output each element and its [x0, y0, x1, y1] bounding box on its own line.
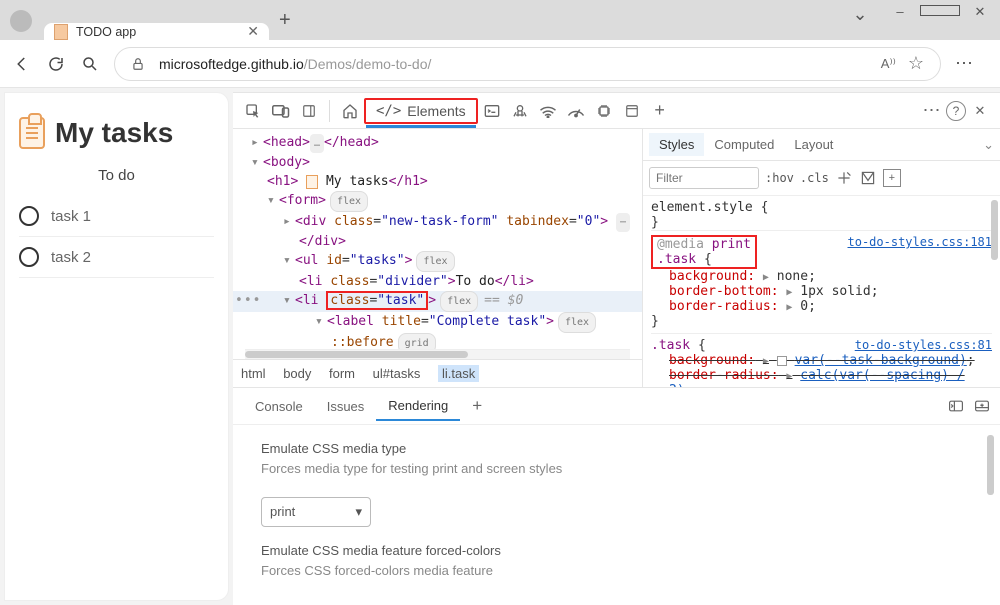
search-icon[interactable] — [80, 54, 100, 74]
tab-title: TODO app — [76, 25, 247, 39]
read-aloud-icon[interactable]: A⁾⁾ — [881, 56, 896, 72]
chevron-down-icon: ▾ — [355, 502, 362, 522]
dom-breadcrumb: html body form ul#tasks li.task — [233, 359, 642, 387]
rendering-panel: Emulate CSS media type Forces media type… — [233, 425, 1000, 605]
radio-icon[interactable] — [19, 247, 39, 267]
inspect-icon[interactable] — [239, 97, 267, 125]
tab-layout[interactable]: Layout — [784, 133, 843, 156]
favorite-star-icon[interactable]: ☆ — [908, 53, 924, 74]
common-rendering-icon[interactable] — [859, 169, 877, 187]
maximize-button[interactable] — [920, 4, 960, 25]
dom-tree[interactable]: ▸<head>…</head> ▾<body> <h1> My tasks</h… — [233, 129, 642, 349]
help-icon[interactable]: ? — [946, 101, 966, 121]
elements-tab[interactable]: </> Elements — [364, 98, 478, 124]
breadcrumb-item[interactable]: form — [329, 366, 355, 381]
performance-icon[interactable] — [562, 97, 590, 125]
devtools-toolbar: </> Elements + ⋯ — [233, 93, 1000, 129]
content: My tasks To do task 1 task 2 — [0, 88, 1000, 605]
browser-tab[interactable]: TODO app ✕ — [44, 23, 269, 40]
cls-toggle[interactable]: .cls — [800, 171, 829, 185]
horizontal-scrollbar[interactable] — [245, 349, 630, 359]
titlebar: TODO app ✕ + ⌄ – ✕ — [0, 0, 1000, 40]
back-button[interactable] — [12, 54, 32, 74]
drawer-tab-rendering[interactable]: Rendering — [376, 392, 460, 421]
drawer: Console Issues Rendering + Emulate CSS m… — [233, 387, 1000, 605]
tab-favicon — [54, 24, 68, 40]
url-box[interactable]: microsoftedge.github.io/Demos/demo-to-do… — [114, 47, 941, 81]
hov-toggle[interactable]: :hov — [765, 171, 794, 185]
section-title: To do — [19, 167, 214, 184]
minimize-button[interactable]: – — [880, 4, 920, 25]
refresh-button[interactable] — [46, 54, 66, 74]
vertical-scrollbar[interactable] — [987, 435, 994, 495]
application-icon[interactable] — [618, 97, 646, 125]
computed-toggle-icon[interactable]: + — [883, 169, 901, 187]
rendering-option-desc: Forces CSS forced-colors media feature — [261, 561, 972, 581]
task-item[interactable]: task 1 — [19, 196, 214, 237]
task-label: task 1 — [51, 208, 91, 225]
address-bar: microsoftedge.github.io/Demos/demo-to-do… — [0, 40, 1000, 88]
styles-body[interactable]: element.style { } @media print.task { to… — [643, 196, 1000, 387]
styles-tabs: Styles Computed Layout ⌄ — [643, 129, 1000, 161]
gutter-actions-icon[interactable]: ••• — [235, 291, 261, 310]
caret-down-icon[interactable]: ⌄ — [840, 4, 880, 25]
devtools: </> Elements + ⋯ — [233, 92, 1000, 605]
stylesheet-link[interactable]: to-do-styles.css:181 — [848, 235, 993, 249]
vertical-scrollbar[interactable] — [991, 200, 998, 383]
profile-icon[interactable] — [10, 10, 32, 32]
stylesheet-link[interactable]: to-do-styles.css:81 — [855, 338, 992, 352]
dock-icon[interactable] — [295, 97, 323, 125]
rendering-option-desc: Forces media type for testing print and … — [261, 459, 972, 479]
device-toggle-icon[interactable] — [267, 97, 295, 125]
select-value: print — [270, 502, 295, 522]
network-icon[interactable] — [534, 97, 562, 125]
styles-pane: Styles Computed Layout ⌄ :hov .cls + ele… — [643, 129, 1000, 387]
elements-tab-label: Elements — [407, 103, 465, 119]
drawer-add-tab[interactable]: + — [460, 390, 494, 422]
page-heading: My tasks — [19, 117, 214, 149]
clipboard-icon — [19, 117, 45, 149]
breadcrumb-item-selected[interactable]: li.task — [438, 365, 479, 382]
lock-icon — [131, 56, 145, 72]
more-tabs-button[interactable]: + — [646, 97, 674, 125]
tab-styles[interactable]: Styles — [649, 133, 704, 156]
new-tab-button[interactable]: + — [279, 9, 291, 32]
drawer-tab-issues[interactable]: Issues — [315, 393, 377, 420]
dom-pane: ▸<head>…</head> ▾<body> <h1> My tasks</h… — [233, 129, 643, 387]
task-item[interactable]: task 2 — [19, 237, 214, 278]
close-window-button[interactable]: ✕ — [960, 4, 1000, 25]
rendering-option-title: Emulate CSS media type — [261, 439, 972, 459]
drawer-tabs: Console Issues Rendering + — [233, 388, 1000, 425]
expand-drawer-icon[interactable] — [948, 399, 964, 413]
chevron-down-icon[interactable]: ⌄ — [983, 137, 994, 153]
welcome-icon[interactable] — [336, 97, 364, 125]
browser-menu-button[interactable]: ⋯ — [955, 53, 974, 74]
rendered-page: My tasks To do task 1 task 2 — [4, 92, 229, 601]
radio-icon[interactable] — [19, 206, 39, 226]
code-icon: </> — [376, 103, 401, 119]
breadcrumb-item[interactable]: ul#tasks — [373, 366, 421, 381]
selected-dom-node[interactable]: ••• ▾<li class="task">flex== $0 — [233, 291, 642, 312]
memory-icon[interactable] — [590, 97, 618, 125]
console-icon[interactable] — [478, 97, 506, 125]
styles-filter-input[interactable] — [649, 167, 759, 189]
tab-computed[interactable]: Computed — [704, 133, 784, 156]
sources-icon[interactable] — [506, 97, 534, 125]
tab-close-icon[interactable]: ✕ — [247, 23, 259, 40]
dock-drawer-icon[interactable] — [974, 399, 990, 413]
page-heading-text: My tasks — [55, 117, 173, 149]
devtools-menu-button[interactable]: ⋯ — [918, 97, 946, 125]
styles-filter-row: :hov .cls + — [643, 161, 1000, 196]
drawer-tab-console[interactable]: Console — [243, 393, 315, 420]
new-style-rule-icon[interactable] — [835, 169, 853, 187]
task-label: task 2 — [51, 249, 91, 266]
breadcrumb-item[interactable]: html — [241, 366, 266, 381]
url-text: microsoftedge.github.io/Demos/demo-to-do… — [159, 56, 431, 72]
breadcrumb-item[interactable]: body — [283, 366, 311, 381]
rendering-option-title: Emulate CSS media feature forced-colors — [261, 541, 972, 561]
window-controls: ⌄ – ✕ — [840, 0, 1000, 25]
devtools-close-button[interactable]: ✕ — [966, 97, 994, 125]
media-type-select[interactable]: print ▾ — [261, 497, 371, 527]
